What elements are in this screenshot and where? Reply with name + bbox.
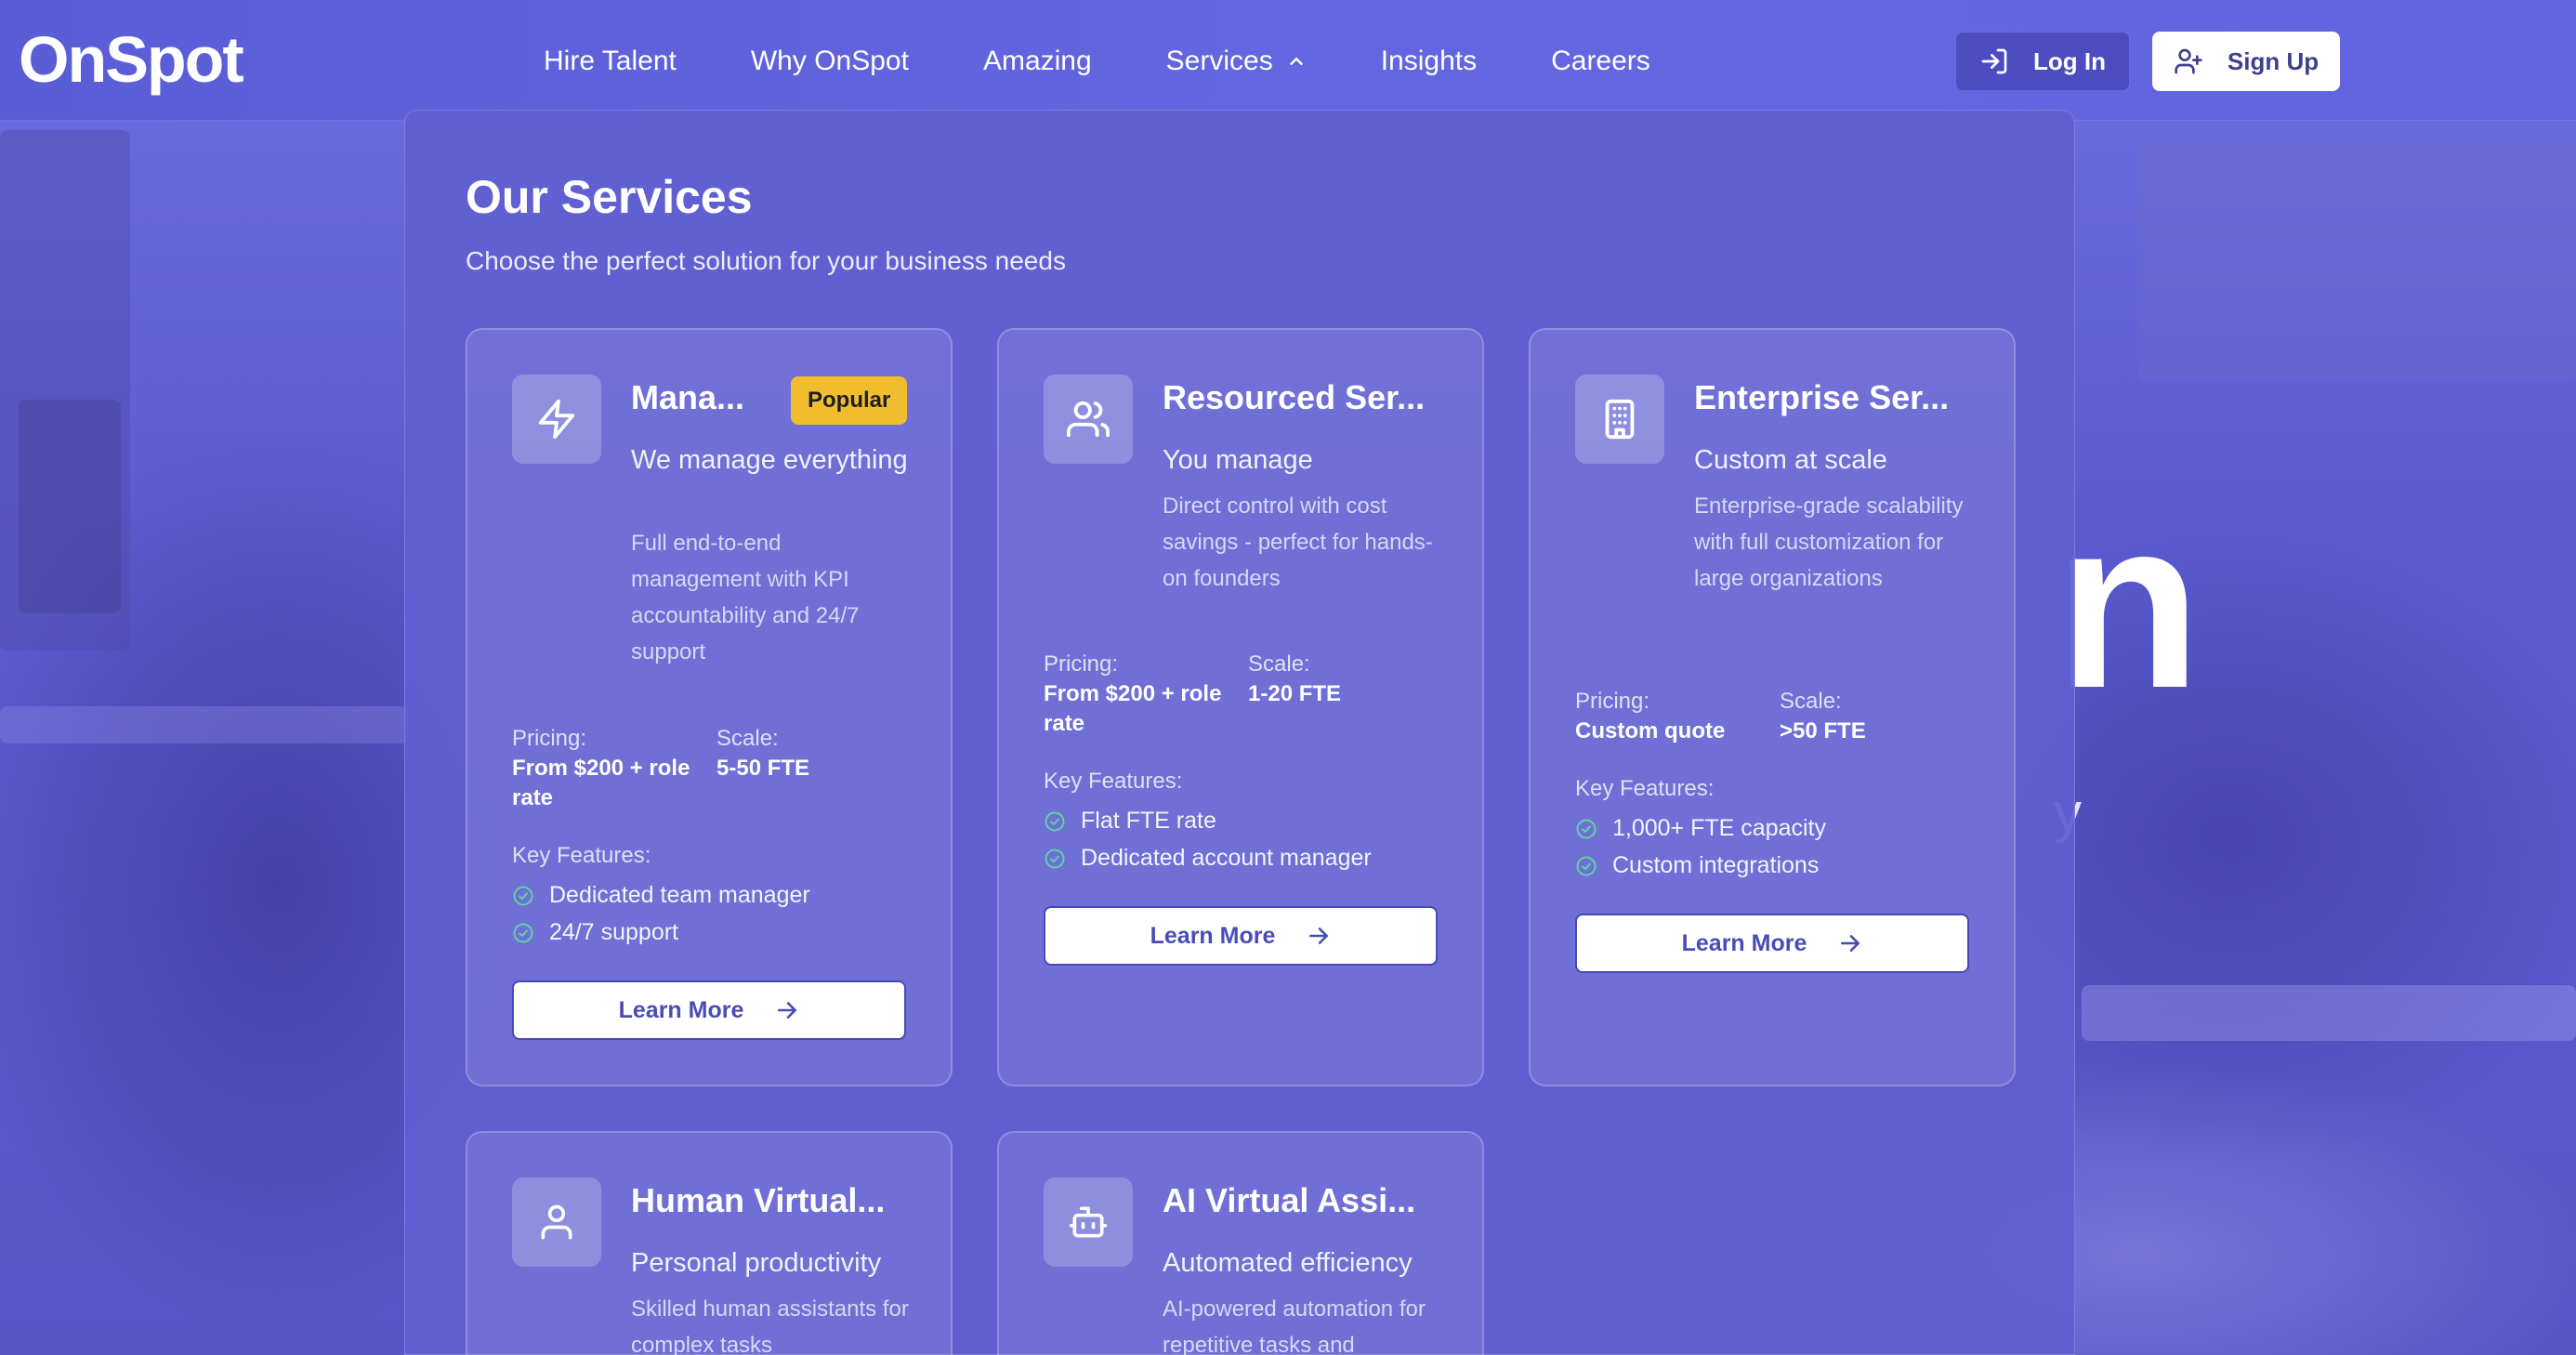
login-icon (1981, 48, 2007, 74)
scale-value: 5-50 FTE (716, 756, 810, 781)
nav-hire-talent[interactable]: Hire Talent (544, 37, 677, 86)
users-icon (1044, 375, 1133, 464)
check-circle-icon (1575, 818, 1597, 840)
card-tagline: We manage everything (631, 445, 908, 475)
services-title: Our Services (466, 171, 753, 223)
learn-more-button[interactable]: Learn More (1575, 914, 1969, 973)
lightning-icon (512, 375, 601, 464)
onspot-logo[interactable]: OnSpot (19, 22, 244, 97)
login-label: Log In (2033, 46, 2106, 75)
nav-amazing[interactable]: Amazing (983, 37, 1092, 86)
service-card-enterprise[interactable]: Enterprise Ser... Custom at scale Enterp… (1529, 328, 2016, 1086)
arrow-right-icon (1309, 927, 1329, 944)
key-features-label: Key Features: (512, 843, 651, 868)
arrow-right-icon (1841, 935, 1860, 952)
feature-item: 1,000+ FTE capacity (1575, 815, 1826, 842)
card-description: AI-powered automation for repetitive tas… (1163, 1296, 1426, 1355)
service-card-human-virtual-assistant[interactable]: Human Virtual... Personal productivity S… (466, 1131, 953, 1355)
check-circle-icon (1575, 855, 1597, 877)
learn-more-label: Learn More (618, 996, 744, 1023)
learn-more-button[interactable]: Learn More (1044, 906, 1438, 966)
card-title: Mana... (631, 378, 745, 416)
pricing-label: Pricing: (1575, 689, 1650, 714)
background-table (2082, 985, 2576, 1041)
pricing-label: Pricing: (512, 726, 587, 751)
feature-text: Dedicated account manager (1081, 845, 1372, 871)
top-navbar: OnSpot Hire Talent Why OnSpot Amazing Se… (0, 0, 2576, 121)
pricing-value: From $200 + role rate (1044, 681, 1222, 736)
check-circle-icon (1044, 848, 1066, 870)
key-features-label: Key Features: (1575, 776, 1715, 801)
nav-why-onspot[interactable]: Why OnSpot (751, 37, 909, 86)
pricing-value: Custom quote (1575, 718, 1726, 743)
nav-insights[interactable]: Insights (1381, 37, 1477, 86)
arrow-right-icon (778, 1002, 797, 1019)
nav-services-label: Services (1165, 46, 1273, 76)
signup-button[interactable]: Sign Up (2152, 32, 2340, 91)
feature-item: Custom integrations (1575, 852, 1819, 879)
scale-label: Scale: (716, 726, 779, 751)
background-window (2137, 139, 2576, 381)
nav-careers[interactable]: Careers (1551, 37, 1650, 86)
card-tagline: Custom at scale (1694, 445, 1887, 475)
scale-label: Scale: (1248, 651, 1310, 677)
card-description: Enterprise-grade scalability with full c… (1694, 493, 1964, 591)
nav-services[interactable]: Services (1166, 37, 1307, 86)
learn-more-button[interactable]: Learn More (512, 980, 906, 1040)
hero-heading-fragment: n (2054, 469, 2201, 739)
card-title: Enterprise Ser... (1694, 378, 1950, 416)
key-features-label: Key Features: (1044, 769, 1183, 794)
services-subtitle: Choose the perfect solution for your bus… (466, 246, 1066, 275)
feature-item: 24/7 support (512, 919, 678, 946)
card-tagline: You manage (1163, 445, 1313, 475)
services-dropdown: Our Services Choose the perfect solution… (404, 110, 2075, 1355)
building-icon (1575, 375, 1664, 464)
card-title: AI Virtual Assi... (1163, 1181, 1416, 1219)
check-circle-icon (512, 922, 534, 944)
feature-item: Dedicated team manager (512, 882, 810, 909)
feature-text: 1,000+ FTE capacity (1612, 815, 1826, 841)
chevron-up-icon (1286, 51, 1307, 72)
card-tagline: Automated efficiency (1163, 1248, 1413, 1278)
signup-label: Sign Up (2227, 46, 2320, 75)
nav-links: Hire Talent Why OnSpot Amazing Services … (544, 37, 1725, 86)
feature-text: 24/7 support (549, 919, 678, 945)
pricing-label: Pricing: (1044, 651, 1119, 677)
background-poster (19, 400, 121, 613)
scale-value: 1-20 FTE (1248, 681, 1342, 706)
login-button[interactable]: Log In (1955, 32, 2130, 91)
user-plus-icon (2175, 48, 2202, 74)
feature-text: Flat FTE rate (1081, 808, 1216, 834)
card-tagline: Personal productivity (631, 1248, 882, 1278)
check-circle-icon (512, 885, 534, 907)
feature-text: Dedicated team manager (549, 882, 810, 908)
user-icon (512, 1177, 601, 1267)
popular-badge: Popular (791, 376, 908, 425)
feature-text: Custom integrations (1612, 852, 1820, 878)
card-title: Resourced Ser... (1163, 378, 1426, 416)
scale-value: >50 FTE (1780, 718, 1866, 743)
learn-more-label: Learn More (1681, 929, 1807, 956)
check-circle-icon (1044, 810, 1066, 833)
scale-label: Scale: (1780, 689, 1842, 714)
feature-item: Dedicated account manager (1044, 845, 1372, 872)
bot-icon (1044, 1177, 1133, 1267)
service-card-ai-virtual-assistant[interactable]: AI Virtual Assi... Automated efficiency … (997, 1131, 1484, 1355)
feature-item: Flat FTE rate (1044, 808, 1216, 835)
card-description: Full end-to-end management with KPI acco… (631, 531, 860, 664)
pricing-value: From $200 + role rate (512, 756, 690, 810)
service-card-managed[interactable]: Mana... Popular We manage everything Ful… (466, 328, 953, 1086)
learn-more-label: Learn More (1150, 922, 1276, 949)
service-card-resourced[interactable]: Resourced Ser... You manage Direct contr… (997, 328, 1484, 1086)
card-description: Skilled human assistants for complex tas… (631, 1296, 909, 1355)
card-description: Direct control with cost savings - perfe… (1163, 493, 1433, 591)
card-title: Human Virtual... (631, 1181, 886, 1219)
background-desk (0, 706, 409, 743)
